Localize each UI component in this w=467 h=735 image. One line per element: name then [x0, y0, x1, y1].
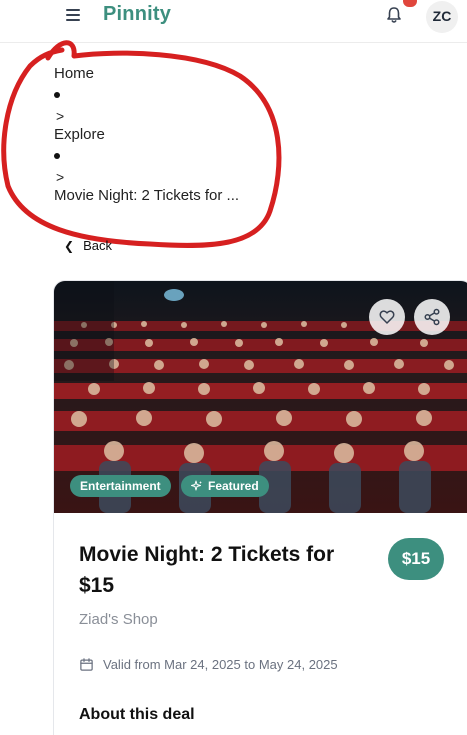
- share-button[interactable]: [414, 299, 450, 335]
- validity-text: Valid from Mar 24, 2025 to May 24, 2025: [103, 657, 338, 672]
- about-heading: About this deal: [79, 706, 195, 723]
- category-tag-label: Entertainment: [80, 479, 161, 493]
- hamburger-icon[interactable]: [66, 9, 80, 21]
- calendar-icon: [80, 658, 93, 671]
- breadcrumb-home[interactable]: Home: [54, 64, 314, 84]
- list-bullet: [54, 92, 60, 98]
- back-label: Back: [83, 238, 112, 253]
- featured-tag-label: Featured: [208, 479, 259, 493]
- sparkle-icon: [191, 480, 202, 491]
- back-button[interactable]: ❮ Back: [64, 238, 112, 253]
- share-icon: [424, 308, 440, 326]
- breadcrumb: Home > Explore > Movie Night: 2 Tickets …: [54, 64, 314, 206]
- heart-icon: [379, 310, 395, 324]
- breadcrumb-explore[interactable]: Explore: [54, 125, 314, 145]
- breadcrumb-separator: >: [56, 169, 65, 185]
- user-avatar[interactable]: ZC: [426, 1, 458, 33]
- notification-badge: [403, 0, 417, 7]
- featured-tag: Featured: [181, 475, 269, 497]
- deal-title: Movie Night: 2 Tickets for $15: [79, 543, 335, 597]
- validity-info: Valid from Mar 24, 2025 to May 24, 2025: [79, 657, 338, 672]
- breadcrumb-current: Movie Night: 2 Tickets for ...: [54, 187, 240, 204]
- list-bullet: [54, 153, 60, 159]
- price-badge: $15: [388, 538, 444, 580]
- deal-card: Entertainment Featured Movie Night: 2 Ti…: [53, 280, 467, 735]
- favorite-button[interactable]: [369, 299, 405, 335]
- breadcrumb-separator: >: [56, 108, 65, 124]
- category-tag: Entertainment: [70, 475, 171, 497]
- brand-logo[interactable]: Pinnity: [103, 3, 171, 26]
- deal-image: Entertainment Featured: [54, 281, 467, 513]
- top-header: Pinnity ZC: [0, 0, 467, 43]
- shop-name[interactable]: Ziad's Shop: [79, 611, 158, 628]
- chevron-left-icon: ❮: [64, 238, 75, 253]
- bell-icon[interactable]: [384, 5, 404, 25]
